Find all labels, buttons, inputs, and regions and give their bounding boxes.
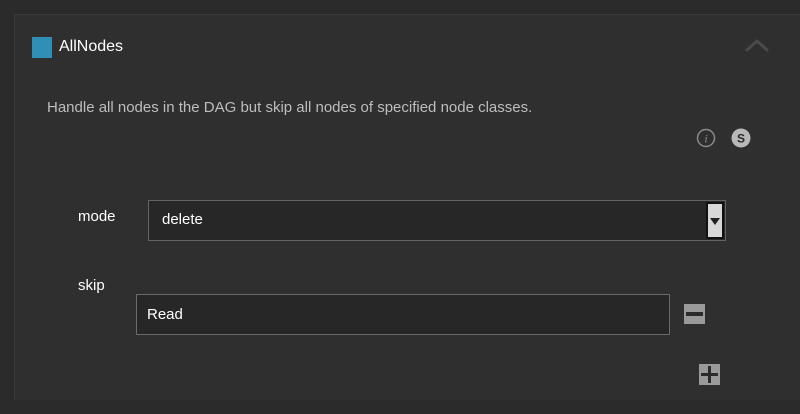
node-color-swatch bbox=[32, 37, 52, 58]
skip-input[interactable] bbox=[136, 294, 670, 335]
svg-text:S: S bbox=[737, 132, 745, 146]
panel-title: AllNodes bbox=[59, 38, 124, 55]
mode-label: mode bbox=[78, 208, 116, 225]
mode-select-value: delete bbox=[162, 211, 203, 228]
dropdown-arrow-icon[interactable] bbox=[706, 202, 724, 239]
minus-icon[interactable] bbox=[684, 304, 705, 324]
panel-description: Handle all nodes in the DAG but skip all… bbox=[47, 99, 533, 116]
mode-select[interactable]: delete bbox=[148, 200, 726, 241]
info-icon[interactable]: i bbox=[696, 128, 716, 148]
scope-badge-icon[interactable]: S bbox=[731, 128, 751, 148]
skip-label: skip bbox=[78, 277, 105, 294]
svg-text:i: i bbox=[704, 132, 707, 146]
plus-icon[interactable] bbox=[699, 364, 720, 385]
chevron-up-icon[interactable] bbox=[744, 36, 770, 54]
